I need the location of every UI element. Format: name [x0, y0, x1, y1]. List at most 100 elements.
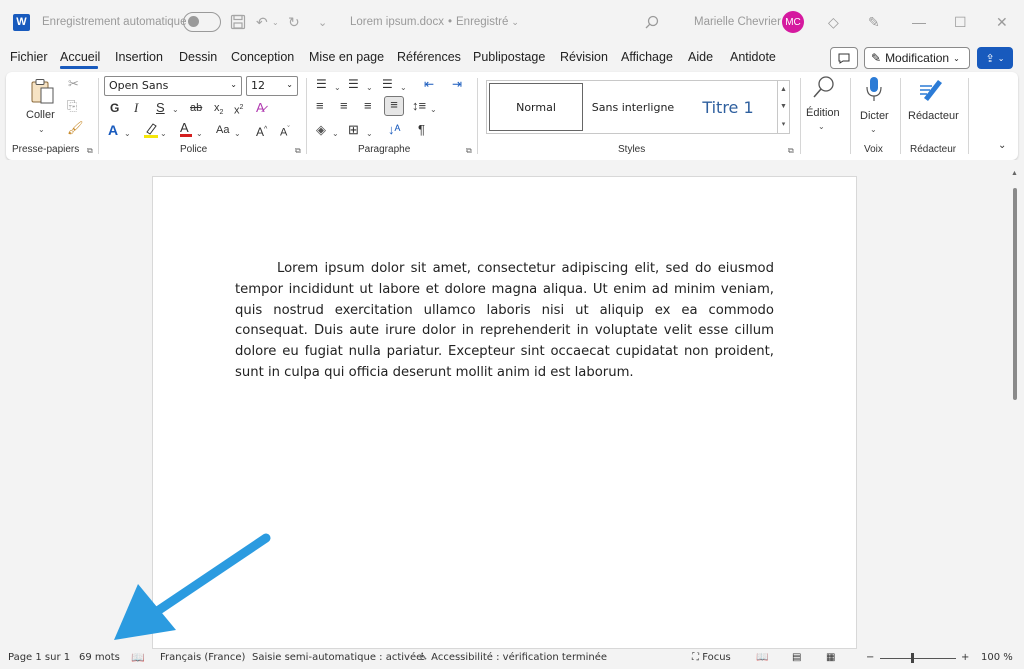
paste-icon[interactable] — [30, 78, 56, 110]
shading-icon[interactable]: ◈ — [316, 122, 326, 138]
multilevel-list-icon[interactable]: ☰ — [382, 76, 393, 92]
find-icon[interactable] — [812, 75, 836, 105]
tab-accueil[interactable]: Accueil — [60, 50, 100, 64]
maximize-icon[interactable]: ☐ — [954, 0, 967, 44]
paragraph-launcher-icon[interactable]: ⧉ — [466, 146, 472, 156]
pen-icon[interactable]: ✎ — [868, 0, 880, 44]
tab-fichier[interactable]: Fichier — [10, 50, 48, 64]
diamond-icon[interactable]: ◇ — [828, 0, 839, 44]
share-button[interactable]: ⇪ ⌄ — [977, 47, 1013, 69]
tab-mise-en-page[interactable]: Mise en page — [309, 50, 384, 64]
microphone-icon[interactable] — [866, 76, 882, 106]
focus-button[interactable]: ⛶ Focus — [692, 652, 731, 663]
paste-dropdown-icon[interactable]: ⌄ — [38, 122, 45, 138]
borders-icon[interactable]: ⊞ — [348, 122, 359, 138]
strikethrough-icon[interactable]: ab — [190, 100, 202, 116]
close-icon[interactable]: ✕ — [996, 0, 1008, 44]
style-heading-1[interactable]: Titre 1 — [683, 83, 773, 131]
show-formatting-icon[interactable]: ¶ — [418, 122, 425, 138]
tab-insertion[interactable]: Insertion — [115, 50, 163, 64]
word-count[interactable]: 69 mots — [79, 652, 120, 663]
highlight-dropdown-icon[interactable]: ⌄ — [160, 126, 167, 142]
align-center-icon[interactable]: ≡ — [340, 98, 348, 114]
tab-publipostage[interactable]: Publipostage — [473, 50, 545, 64]
undo-icon[interactable]: ↶ — [256, 0, 268, 44]
tab-antidote[interactable]: Antidote — [730, 50, 776, 64]
numbering-icon[interactable]: ☰ — [348, 76, 359, 92]
tab-conception[interactable]: Conception — [231, 50, 294, 64]
multilevel-dropdown-icon[interactable]: ⌄ — [400, 80, 407, 96]
print-layout-icon[interactable]: ▤ — [792, 652, 801, 663]
tab-dessin[interactable]: Dessin — [179, 50, 217, 64]
text-effects-dropdown-icon[interactable]: ⌄ — [124, 126, 131, 142]
line-spacing-icon[interactable]: ↕≡ — [412, 98, 426, 114]
vertical-scrollbar[interactable]: ▲ — [1010, 170, 1020, 649]
numbering-dropdown-icon[interactable]: ⌄ — [366, 80, 373, 96]
clipboard-launcher-icon[interactable]: ⧉ — [87, 146, 93, 156]
font-color-dropdown-icon[interactable]: ⌄ — [196, 126, 203, 142]
styles-scroll[interactable]: ▲ ▼ ▾ — [777, 81, 789, 133]
page-count[interactable]: Page 1 sur 1 — [8, 652, 70, 663]
grow-font-icon[interactable]: A^ — [256, 122, 267, 140]
highlight-icon[interactable] — [144, 122, 158, 142]
bullets-icon[interactable]: ☰ — [316, 76, 327, 92]
editing-mode-button[interactable]: ✎ Modification ⌄ — [864, 47, 970, 69]
sort-icon[interactable]: ↓ᴬ — [388, 122, 400, 138]
subscript-icon[interactable]: x2 — [214, 100, 223, 121]
document-page[interactable]: Lorem ipsum dolor sit amet, consectetur … — [152, 176, 857, 649]
read-mode-icon[interactable]: 📖 — [756, 652, 768, 663]
editor-label[interactable]: Rédacteur — [908, 108, 959, 124]
language[interactable]: Français (France) — [160, 652, 245, 663]
justify-icon[interactable]: ≡ — [384, 96, 404, 116]
zoom-level[interactable]: 100 % — [981, 652, 1013, 663]
styles-launcher-icon[interactable]: ⧉ — [788, 146, 794, 156]
underline-dropdown-icon[interactable]: ⌄ — [172, 102, 179, 118]
line-spacing-dropdown-icon[interactable]: ⌄ — [430, 102, 437, 118]
decrease-indent-icon[interactable]: ⇤ — [424, 76, 434, 92]
redo-icon[interactable]: ↻ — [288, 0, 300, 44]
editor-icon[interactable] — [918, 76, 944, 106]
bold-button[interactable]: G — [110, 100, 119, 116]
style-normal[interactable]: Normal — [489, 83, 583, 131]
autosave-toggle[interactable] — [183, 0, 221, 44]
tab-affichage[interactable]: Affichage — [621, 50, 673, 64]
italic-button[interactable]: I — [134, 100, 138, 116]
font-color-icon[interactable]: A — [180, 120, 192, 137]
tab-aide[interactable]: Aide — [688, 50, 713, 64]
avatar[interactable]: MC — [782, 0, 804, 44]
style-no-spacing[interactable]: Sans interligne — [587, 83, 679, 131]
zoom-in-icon[interactable]: + — [961, 652, 969, 663]
font-name-select[interactable]: Open Sans ⌄ — [104, 76, 242, 96]
tab-revision[interactable]: Révision — [560, 50, 608, 64]
collapse-ribbon-icon[interactable]: ⌄ — [998, 138, 1006, 154]
search-icon[interactable] — [645, 0, 659, 44]
minimize-icon[interactable]: — — [912, 0, 926, 44]
dictate-dropdown-icon[interactable]: ⌄ — [870, 122, 877, 138]
align-right-icon[interactable]: ≡ — [364, 98, 372, 114]
document-paragraph[interactable]: Lorem ipsum dolor sit amet, consectetur … — [235, 259, 774, 384]
font-size-select[interactable]: 12 ⌄ — [246, 76, 298, 96]
comments-button[interactable] — [830, 47, 858, 69]
customize-qat-icon[interactable]: ⌄ — [318, 0, 327, 44]
text-effects-icon[interactable]: A — [108, 122, 118, 138]
cut-icon[interactable]: ✂ — [68, 76, 79, 92]
web-layout-icon[interactable]: ▦ — [826, 652, 835, 663]
user-name[interactable]: Marielle Chevrier — [694, 0, 781, 44]
align-left-icon[interactable]: ≡ — [316, 98, 324, 114]
shrink-font-icon[interactable]: Aˇ — [280, 122, 290, 141]
change-case-icon[interactable]: Aa — [216, 122, 229, 138]
format-painter-icon[interactable]: 🖌 — [67, 120, 84, 136]
borders-dropdown-icon[interactable]: ⌄ — [366, 126, 373, 142]
paste-label[interactable]: Coller — [26, 107, 55, 123]
clear-formatting-icon[interactable]: A̷ — [256, 100, 265, 116]
font-launcher-icon[interactable]: ⧉ — [295, 146, 301, 156]
superscript-icon[interactable]: x2 — [234, 100, 243, 119]
save-icon[interactable] — [230, 0, 246, 44]
document-title[interactable]: Lorem ipsum.docx • Enregistré ⌄ — [350, 0, 519, 44]
shading-dropdown-icon[interactable]: ⌄ — [332, 126, 339, 142]
proofing-icon[interactable]: 📖 — [131, 651, 145, 664]
zoom-out-icon[interactable]: − — [866, 652, 874, 663]
bullets-dropdown-icon[interactable]: ⌄ — [334, 80, 341, 96]
underline-button[interactable]: S — [156, 100, 165, 116]
change-case-dropdown-icon[interactable]: ⌄ — [234, 126, 241, 142]
